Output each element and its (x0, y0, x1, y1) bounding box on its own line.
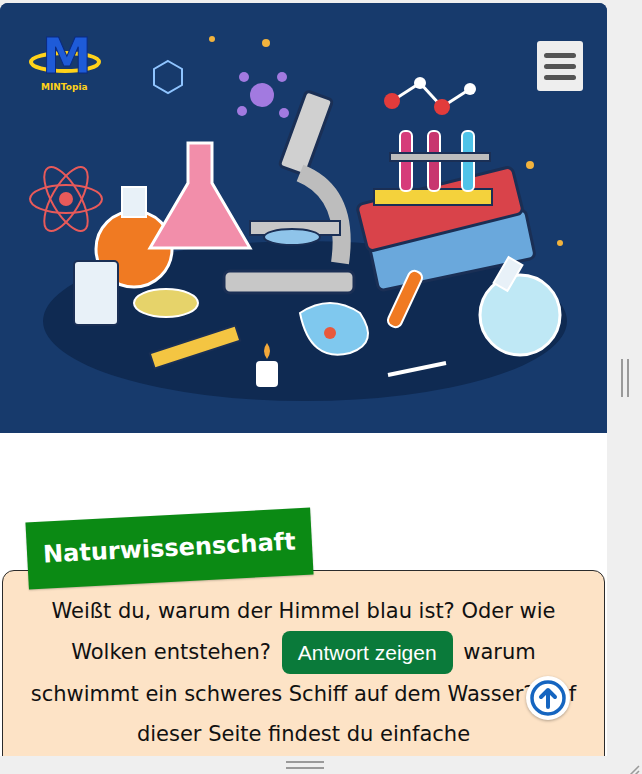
intro-box: Weißt du, warum der Himmel blau ist? Ode… (2, 570, 605, 756)
hero-illustration: M MINTopia (0, 3, 607, 433)
arrow-up-icon (526, 676, 570, 720)
menu-bar (544, 64, 576, 69)
menu-icon[interactable] (537, 41, 583, 91)
logo-mark: M (42, 31, 92, 81)
page-frame: MMINTopiaNaturwissenschaftWeißt du, waru… (0, 0, 642, 756)
bottom-gutter[interactable] (0, 756, 642, 774)
menu-bar (544, 75, 576, 80)
spacer (0, 433, 607, 515)
menu-bar (544, 53, 576, 58)
main-column: MMINTopiaNaturwissenschaftWeißt du, waru… (0, 3, 607, 756)
resize-corner-icon[interactable] (626, 758, 640, 772)
scroll-top-button[interactable] (526, 676, 570, 720)
logo-name: MINTopia (41, 83, 88, 92)
vertical-grip-icon[interactable] (621, 359, 629, 397)
horizontal-grip-icon[interactable] (286, 761, 324, 769)
site-logo[interactable]: MMINTopia (28, 37, 102, 99)
answer-button[interactable]: Antwort zeigen (282, 631, 453, 674)
resize-gutter[interactable] (607, 0, 642, 756)
